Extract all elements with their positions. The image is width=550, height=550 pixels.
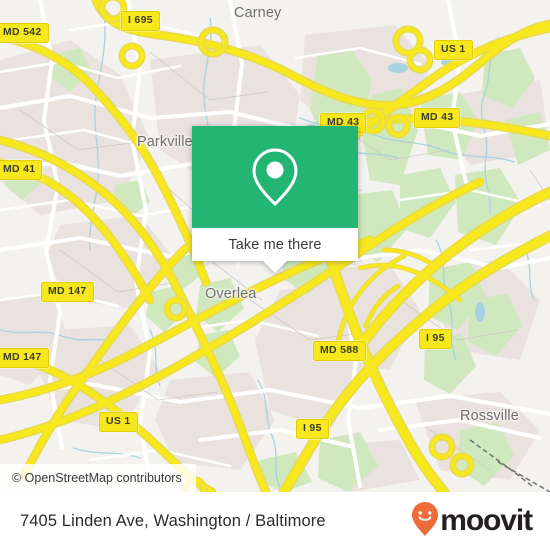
map-canvas[interactable]: .land { fill:#f4f2ee; } .resid { fill:#e… [0, 0, 550, 492]
road-shield-i-95-south[interactable]: I 95 [296, 419, 329, 439]
road-shield-md-147-lower[interactable]: MD 147 [0, 348, 49, 368]
take-me-there-label: Take me there [228, 236, 322, 253]
location-popup[interactable]: Take me there [192, 126, 358, 273]
road-shield-i-95-interchange[interactable]: I 95 [419, 329, 452, 349]
footer-bar: 7405 Linden Ave, Washington / Baltimore … [0, 492, 550, 550]
moovit-pin-icon [411, 501, 439, 542]
address-label: 7405 Linden Ave, Washington / Baltimore [20, 511, 326, 530]
road-shield-us-1-south[interactable]: US 1 [99, 412, 138, 432]
road-shield-md-588[interactable]: MD 588 [313, 341, 366, 361]
map-attribution[interactable]: © OpenStreetMap contributors [0, 464, 196, 492]
map-screenshot: .land { fill:#f4f2ee; } .resid { fill:#e… [0, 0, 550, 550]
road-shield-md-147-upper[interactable]: MD 147 [41, 282, 94, 302]
moovit-logo[interactable]: moovit [411, 501, 533, 542]
road-shield-md-41[interactable]: MD 41 [0, 160, 43, 180]
popup-pointer-tail [263, 261, 287, 273]
road-shield-i-695[interactable]: I 695 [121, 11, 160, 31]
map-pin-icon [249, 146, 301, 208]
popup-action-bar[interactable]: Take me there [192, 228, 358, 261]
attribution-text: © OpenStreetMap contributors [12, 471, 182, 485]
moovit-wordmark: moovit [440, 504, 533, 537]
road-shield-md-542[interactable]: MD 542 [0, 23, 49, 43]
road-shield-md-43-east[interactable]: MD 43 [414, 108, 461, 128]
popup-header [192, 126, 358, 228]
road-shield-us-1-north[interactable]: US 1 [434, 40, 473, 60]
